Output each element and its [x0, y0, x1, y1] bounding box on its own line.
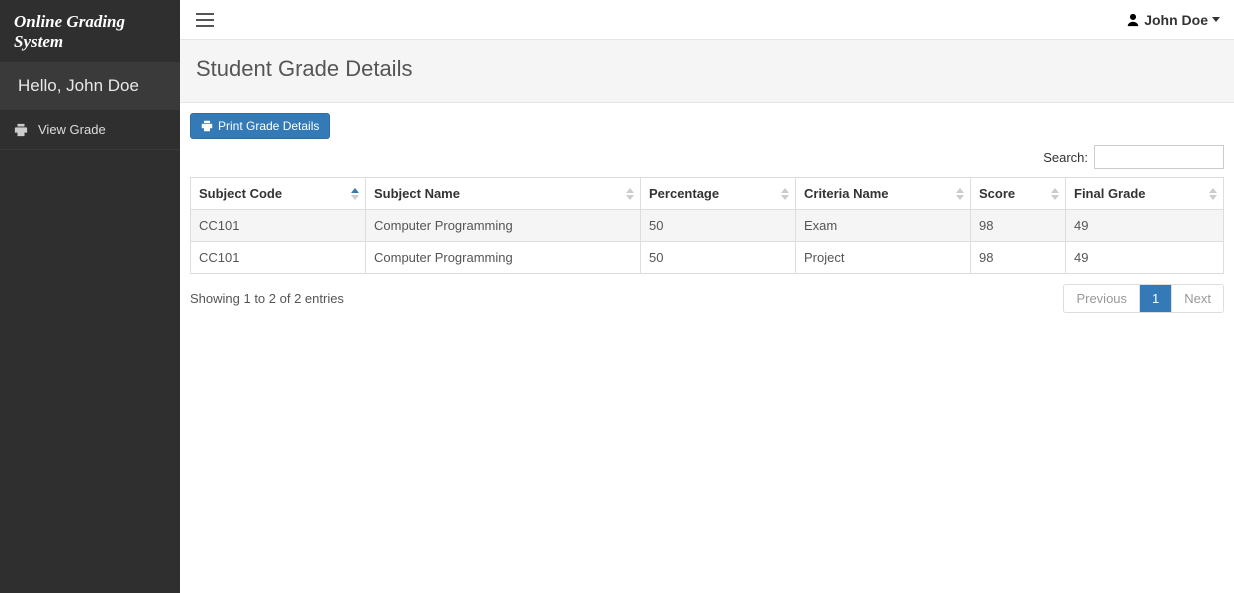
- search-input[interactable]: [1094, 145, 1224, 169]
- user-icon: [1126, 13, 1140, 27]
- grades-table: Subject Code Subject Name Percentage: [190, 177, 1224, 274]
- hamburger-icon: [196, 13, 214, 27]
- cell-percentage: 50: [641, 210, 796, 242]
- sort-asc-icon: [351, 188, 359, 200]
- table-info: Showing 1 to 2 of 2 entries: [190, 291, 1063, 306]
- cell-final-grade: 49: [1066, 242, 1224, 274]
- column-header-criteria-name[interactable]: Criteria Name: [796, 178, 971, 210]
- sidebar-item-label: View Grade: [38, 122, 106, 137]
- column-label: Percentage: [649, 186, 719, 201]
- sidebar-item-view-grade[interactable]: View Grade: [0, 110, 180, 150]
- column-header-subject-code[interactable]: Subject Code: [191, 178, 366, 210]
- column-label: Subject Name: [374, 186, 460, 201]
- page-title: Student Grade Details: [180, 40, 1234, 103]
- print-icon: [14, 123, 28, 137]
- sort-icon: [626, 188, 634, 200]
- cell-subject-code: CC101: [191, 242, 366, 274]
- table-row: CC101 Computer Programming 50 Project 98…: [191, 242, 1224, 274]
- pagination: Previous 1 Next: [1063, 284, 1224, 313]
- cell-subject-code: CC101: [191, 210, 366, 242]
- cell-criteria-name: Project: [796, 242, 971, 274]
- brand-title: Online Grading System: [0, 0, 180, 62]
- print-grade-details-button[interactable]: Print Grade Details: [190, 113, 330, 139]
- main-area: John Doe Student Grade Details Print Gra…: [180, 0, 1234, 593]
- cell-criteria-name: Exam: [796, 210, 971, 242]
- menu-toggle-button[interactable]: [190, 5, 220, 35]
- user-name: John Doe: [1144, 12, 1208, 28]
- column-header-percentage[interactable]: Percentage: [641, 178, 796, 210]
- user-greeting: Hello, John Doe: [0, 62, 180, 110]
- caret-down-icon: [1212, 17, 1220, 22]
- pagination-previous[interactable]: Previous: [1064, 285, 1139, 312]
- cell-score: 98: [971, 242, 1066, 274]
- column-header-final-grade[interactable]: Final Grade: [1066, 178, 1224, 210]
- column-header-subject-name[interactable]: Subject Name: [366, 178, 641, 210]
- search-label: Search:: [1043, 150, 1088, 165]
- topbar: John Doe: [180, 0, 1234, 40]
- sidebar: Online Grading System Hello, John Doe Vi…: [0, 0, 180, 593]
- sort-icon: [1209, 188, 1217, 200]
- column-label: Score: [979, 186, 1015, 201]
- pagination-next[interactable]: Next: [1171, 285, 1223, 312]
- sort-icon: [1051, 188, 1059, 200]
- column-label: Criteria Name: [804, 186, 889, 201]
- user-menu[interactable]: John Doe: [1122, 8, 1224, 32]
- cell-percentage: 50: [641, 242, 796, 274]
- table-row: CC101 Computer Programming 50 Exam 98 49: [191, 210, 1224, 242]
- column-header-score[interactable]: Score: [971, 178, 1066, 210]
- pagination-page-1[interactable]: 1: [1139, 285, 1171, 312]
- column-label: Subject Code: [199, 186, 282, 201]
- cell-score: 98: [971, 210, 1066, 242]
- print-button-label: Print Grade Details: [218, 119, 319, 133]
- cell-subject-name: Computer Programming: [366, 210, 641, 242]
- sort-icon: [781, 188, 789, 200]
- print-icon: [201, 120, 213, 132]
- cell-subject-name: Computer Programming: [366, 242, 641, 274]
- cell-final-grade: 49: [1066, 210, 1224, 242]
- column-label: Final Grade: [1074, 186, 1146, 201]
- sort-icon: [956, 188, 964, 200]
